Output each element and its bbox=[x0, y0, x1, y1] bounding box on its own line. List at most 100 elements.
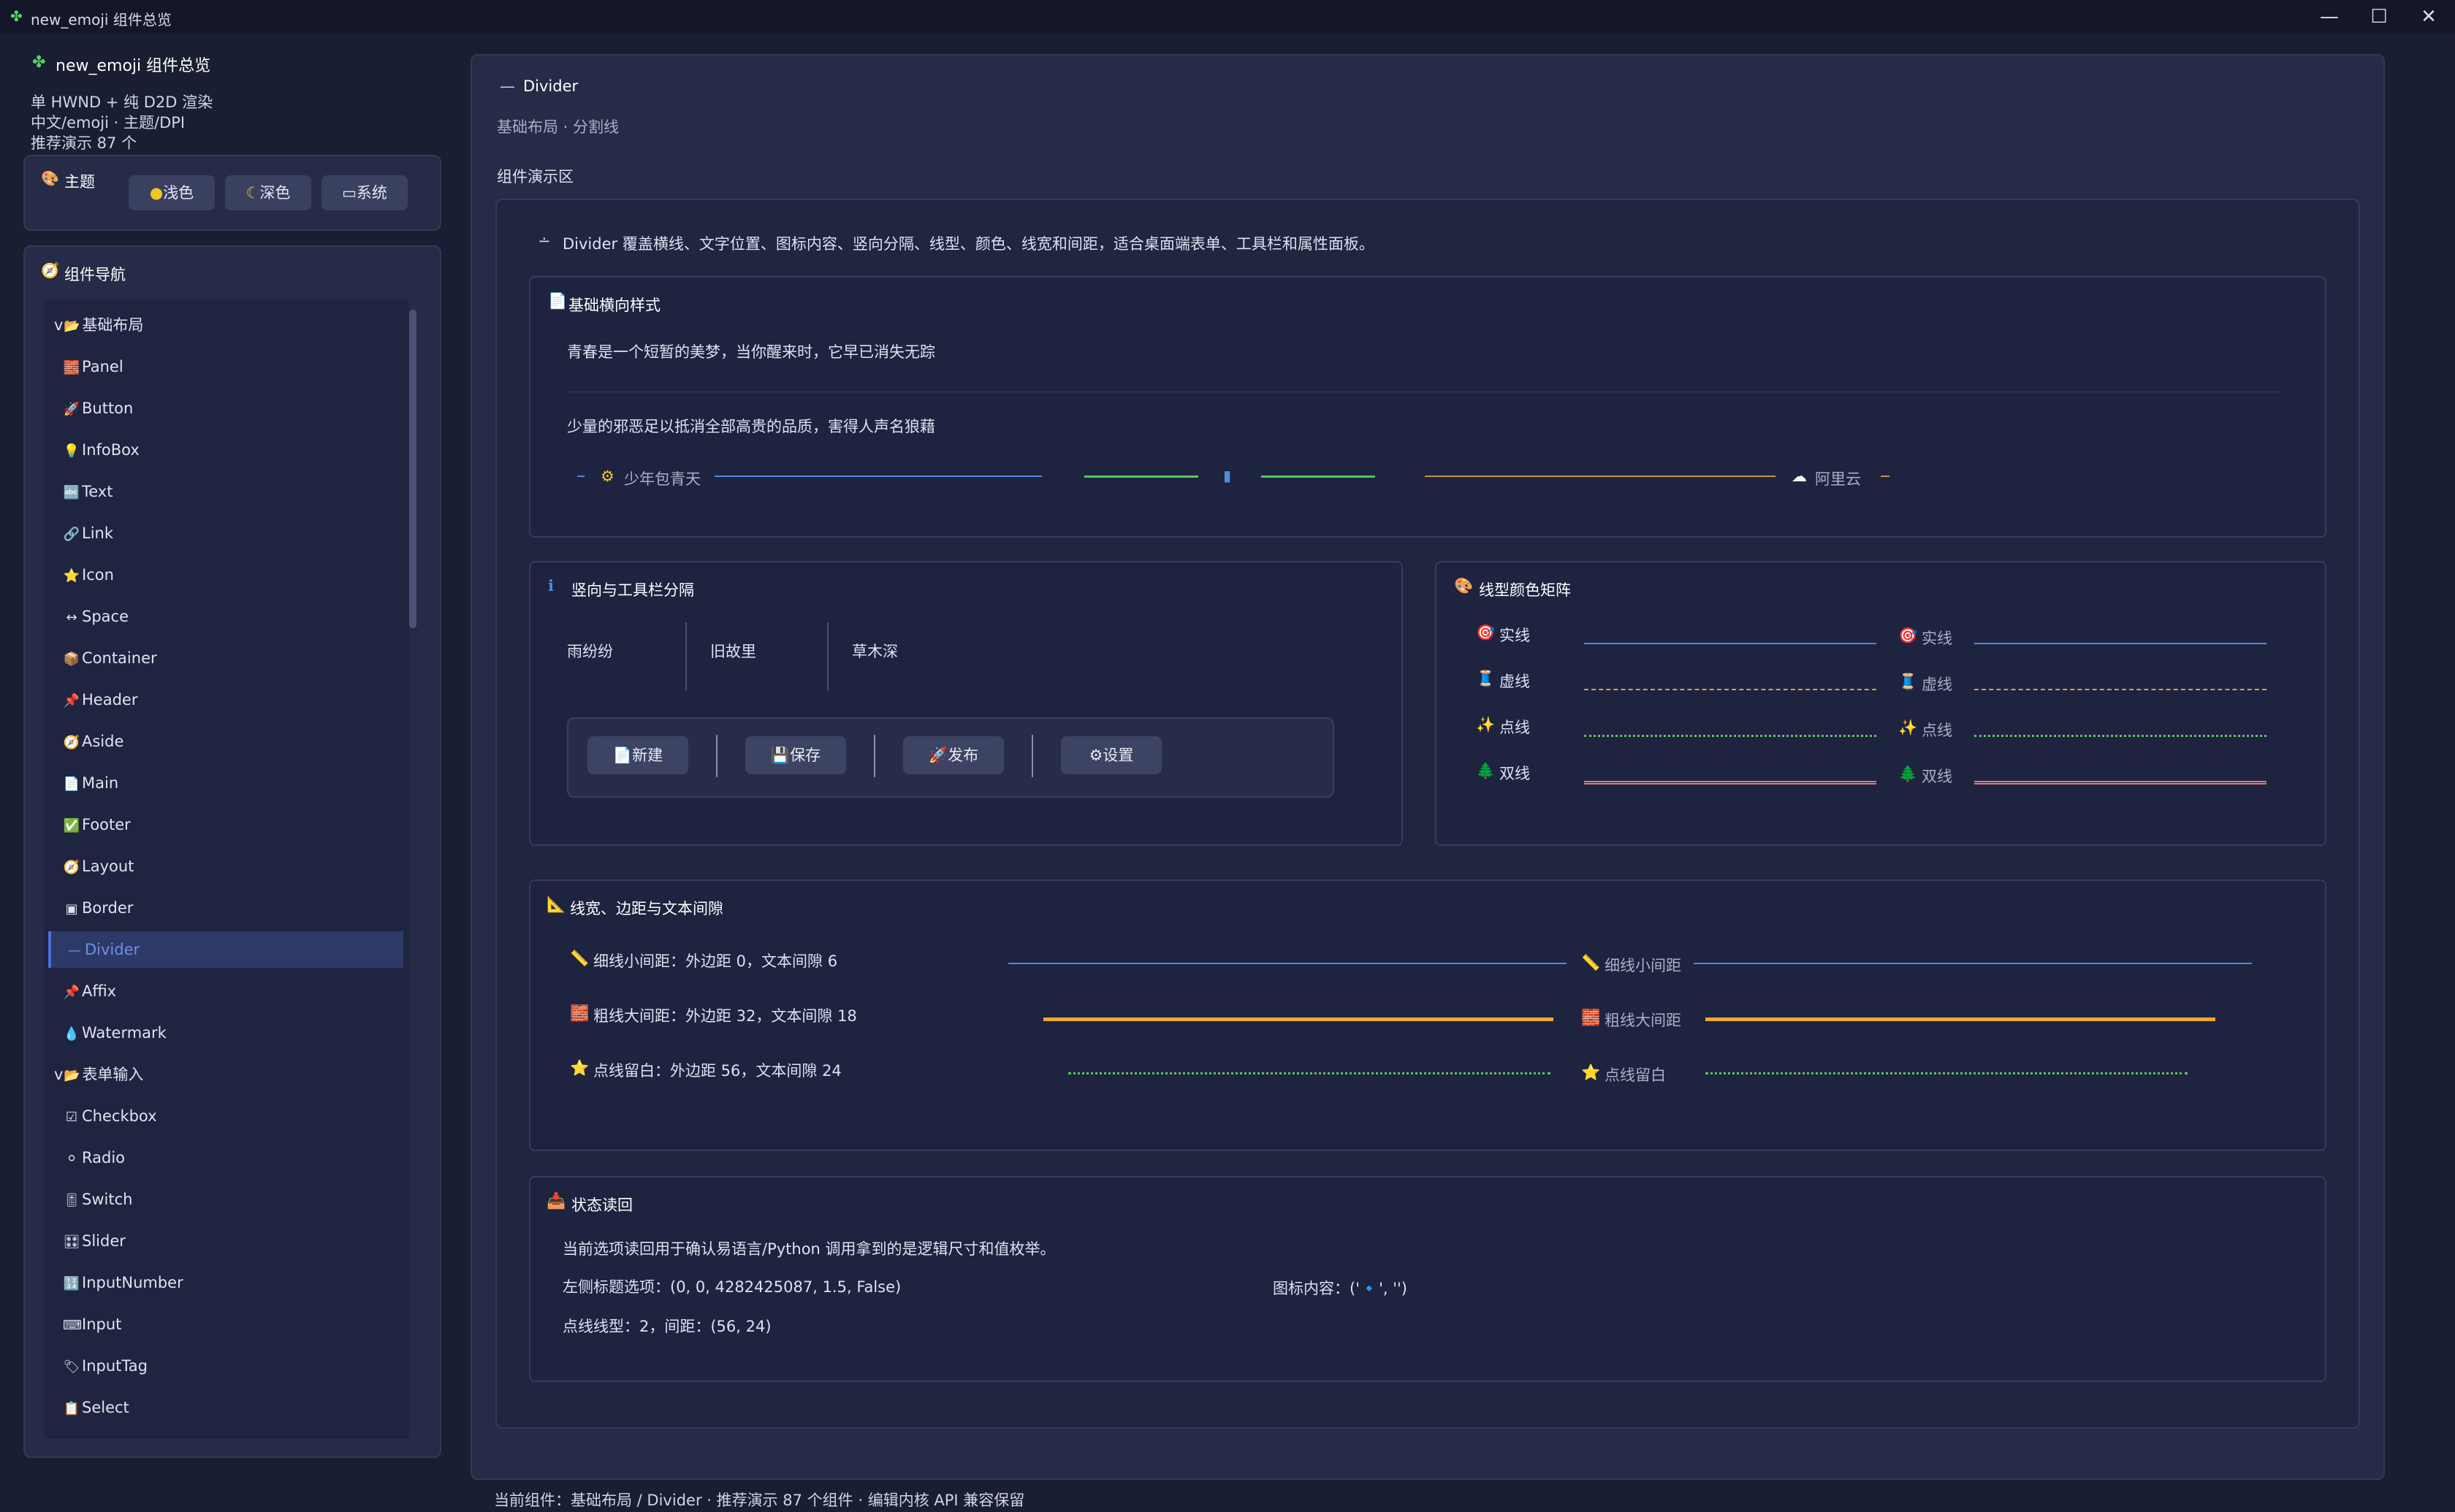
sidebar-item-footer[interactable]: ✅ Footer bbox=[48, 806, 403, 843]
status-line-2: 左侧标题选项：(0, 0, 4282425087, 1.5, False) bbox=[563, 1278, 902, 1296]
sidebar-item-text[interactable]: 🔤 Text bbox=[48, 473, 403, 510]
maximize-button[interactable]: ☐ bbox=[2364, 4, 2394, 29]
dashed-row-icon: 🧵 bbox=[1898, 673, 1918, 690]
dashed-line-left bbox=[1584, 689, 1876, 690]
nav-item-icon: 🚀 bbox=[63, 402, 80, 417]
sidebar-item-affix[interactable]: 📌 Affix bbox=[48, 973, 403, 1009]
solid-line-right bbox=[1974, 643, 2266, 644]
width-row-right-label: 粗线大间距 bbox=[1605, 1012, 1681, 1029]
info-icon: ℹ bbox=[548, 577, 554, 595]
theme-system-button[interactable]: ▭系统 bbox=[321, 175, 408, 210]
new-button[interactable]: 📄新建 bbox=[587, 736, 688, 774]
nav-item-icon: 🔗 bbox=[63, 527, 80, 542]
text-divider-label: 少年包青天 bbox=[624, 470, 701, 488]
nav-item-icon: 🧱 bbox=[63, 360, 80, 375]
dotted-row-icon: ✨ bbox=[1476, 716, 1496, 733]
sidebar-item-header[interactable]: 📌 Header bbox=[48, 681, 403, 718]
width-row-icon: 📏 bbox=[570, 950, 590, 967]
sidebar-item-label: InfoBox bbox=[82, 441, 140, 459]
sidebar-item-panel[interactable]: 🧱 Panel bbox=[48, 348, 403, 385]
width-row-label: 细线小间距：外边距 0，文本间隙 6 bbox=[593, 952, 838, 970]
sidebar-item-input[interactable]: ⌨Input bbox=[48, 1306, 403, 1343]
rocket-icon: 🚀 bbox=[928, 747, 948, 764]
sidebar-item-space[interactable]: ↔ Space bbox=[48, 598, 403, 635]
monitor-icon: ▭ bbox=[342, 184, 357, 202]
cloud-divider-line bbox=[1425, 476, 1775, 477]
sidebar-item-main[interactable]: 📄 Main bbox=[48, 765, 403, 801]
double-line-left bbox=[1584, 781, 1876, 784]
demo-area-label: 组件演示区 bbox=[497, 168, 574, 186]
nav-item-icon: 🎚 bbox=[63, 1193, 80, 1208]
sidebar-item-label: Icon bbox=[82, 566, 114, 584]
icon-divider-left-line bbox=[1084, 476, 1198, 478]
sidebar-item-label: Container bbox=[82, 649, 157, 667]
new-button-label: 新建 bbox=[632, 747, 663, 764]
width-row-label: 点线留白：外边距 56，文本间隙 24 bbox=[593, 1062, 842, 1080]
width-row-icon: 📏 bbox=[1581, 954, 1601, 971]
cloud-icon: ☁ bbox=[1792, 467, 1807, 485]
sidebar-item-label: Border bbox=[82, 899, 134, 917]
vertical-section bbox=[529, 561, 1403, 846]
nav-item-icon: 📋 bbox=[63, 1401, 80, 1416]
basic-section bbox=[529, 276, 2326, 538]
sidebar-item-container[interactable]: 📦 Container bbox=[48, 640, 403, 676]
compass-icon: 🧭 bbox=[41, 261, 59, 279]
sidebar-item-基础布局[interactable]: v📂 基础布局 bbox=[48, 307, 403, 343]
sidebar-item-label: InputNumber bbox=[82, 1274, 183, 1291]
nav-title: 组件导航 bbox=[64, 266, 126, 283]
nav-item-icon: 📂 bbox=[64, 318, 80, 334]
settings-button[interactable]: ⚙设置 bbox=[1061, 736, 1162, 774]
vertical-section-title: 竖向与工具栏分隔 bbox=[571, 581, 694, 599]
nav-item-icon: 🏷 bbox=[63, 1359, 80, 1375]
sidebar-item-slider[interactable]: 🎛 Slider bbox=[48, 1223, 403, 1259]
sidebar-item-divider[interactable]: — Divider bbox=[48, 931, 403, 968]
sidebar-item-link[interactable]: 🔗 Link bbox=[48, 515, 403, 551]
toolbar-divider-2 bbox=[874, 735, 875, 777]
theme-dark-button[interactable]: ☾深色 bbox=[225, 175, 311, 210]
sidebar-item-button[interactable]: 🚀 Button bbox=[48, 390, 403, 427]
width-row-icon: 🧱 bbox=[1581, 1009, 1601, 1026]
ruler-icon: 📐 bbox=[547, 896, 566, 913]
matrix-section-title: 线型颜色矩阵 bbox=[1479, 581, 1571, 599]
moon-icon: ☾ bbox=[246, 184, 260, 202]
sidebar-item-checkbox[interactable]: ☑ Checkbox bbox=[48, 1098, 403, 1134]
sidebar-item-border[interactable]: ▣ Border bbox=[48, 890, 403, 926]
publish-button[interactable]: 🚀发布 bbox=[903, 736, 1004, 774]
basic-section-title: 基础横向样式 bbox=[568, 297, 661, 314]
save-button[interactable]: 💾保存 bbox=[745, 736, 846, 774]
sidebar-item-infobox[interactable]: 💡 InfoBox bbox=[48, 432, 403, 468]
nav-item-icon: ✅ bbox=[63, 818, 80, 833]
sidebar-item-label: Input bbox=[82, 1316, 122, 1333]
sidebar-item-aside[interactable]: 🧭 Aside bbox=[48, 723, 403, 760]
document-icon: 📄 bbox=[548, 292, 568, 310]
app-info-line-2: 中文/emoji · 主题/DPI bbox=[31, 114, 186, 131]
app-leaf-icon: ✤ bbox=[10, 7, 23, 25]
sidebar-item-inputnumber[interactable]: 🔢 InputNumber bbox=[48, 1264, 403, 1301]
sidebar-item-label: Layout bbox=[82, 858, 134, 875]
width-row-icon: ⭐ bbox=[570, 1059, 590, 1077]
close-button[interactable]: ✕ bbox=[2414, 4, 2443, 29]
minimize-button[interactable]: — bbox=[2315, 4, 2344, 29]
nav-item-icon: 📂 bbox=[64, 1068, 80, 1083]
sidebar-item-layout[interactable]: 🧭 Layout bbox=[48, 848, 403, 885]
nav-item-icon: ☑ bbox=[65, 1110, 78, 1125]
sidebar-item-watermark[interactable]: 💧 Watermark bbox=[48, 1015, 403, 1051]
theme-light-button[interactable]: ●浅色 bbox=[129, 175, 215, 210]
sidebar-item-表单输入[interactable]: v📂 表单输入 bbox=[48, 1056, 403, 1093]
vertical-word-3: 草木深 bbox=[852, 643, 898, 660]
nav-item-icon: 📌 bbox=[63, 985, 80, 1000]
double-row-label-right: 双线 bbox=[1922, 768, 1952, 785]
sidebar-item-switch[interactable]: 🎚 Switch bbox=[48, 1181, 403, 1218]
sidebar-item-radio[interactable]: ⚪ Radio bbox=[48, 1139, 403, 1176]
matrix-section bbox=[1435, 561, 2326, 846]
sidebar-item-inputtag[interactable]: 🏷 InputTag bbox=[48, 1348, 403, 1384]
inbox-icon: 📥 bbox=[547, 1192, 566, 1210]
sidebar-item-select[interactable]: 📋 Select bbox=[48, 1389, 403, 1426]
solid-row-icon: 🎯 bbox=[1898, 627, 1918, 644]
app-info-line-1: 单 HWND + 纯 D2D 渲染 bbox=[31, 93, 213, 111]
vertical-word-2: 旧故里 bbox=[710, 643, 756, 660]
sidebar-item-icon[interactable]: ⭐ Icon bbox=[48, 557, 403, 593]
nav-scroll-thumb[interactable] bbox=[409, 310, 416, 628]
nav-item-icon: ⌨ bbox=[63, 1318, 82, 1333]
sidebar-item-label: Footer bbox=[82, 816, 131, 833]
